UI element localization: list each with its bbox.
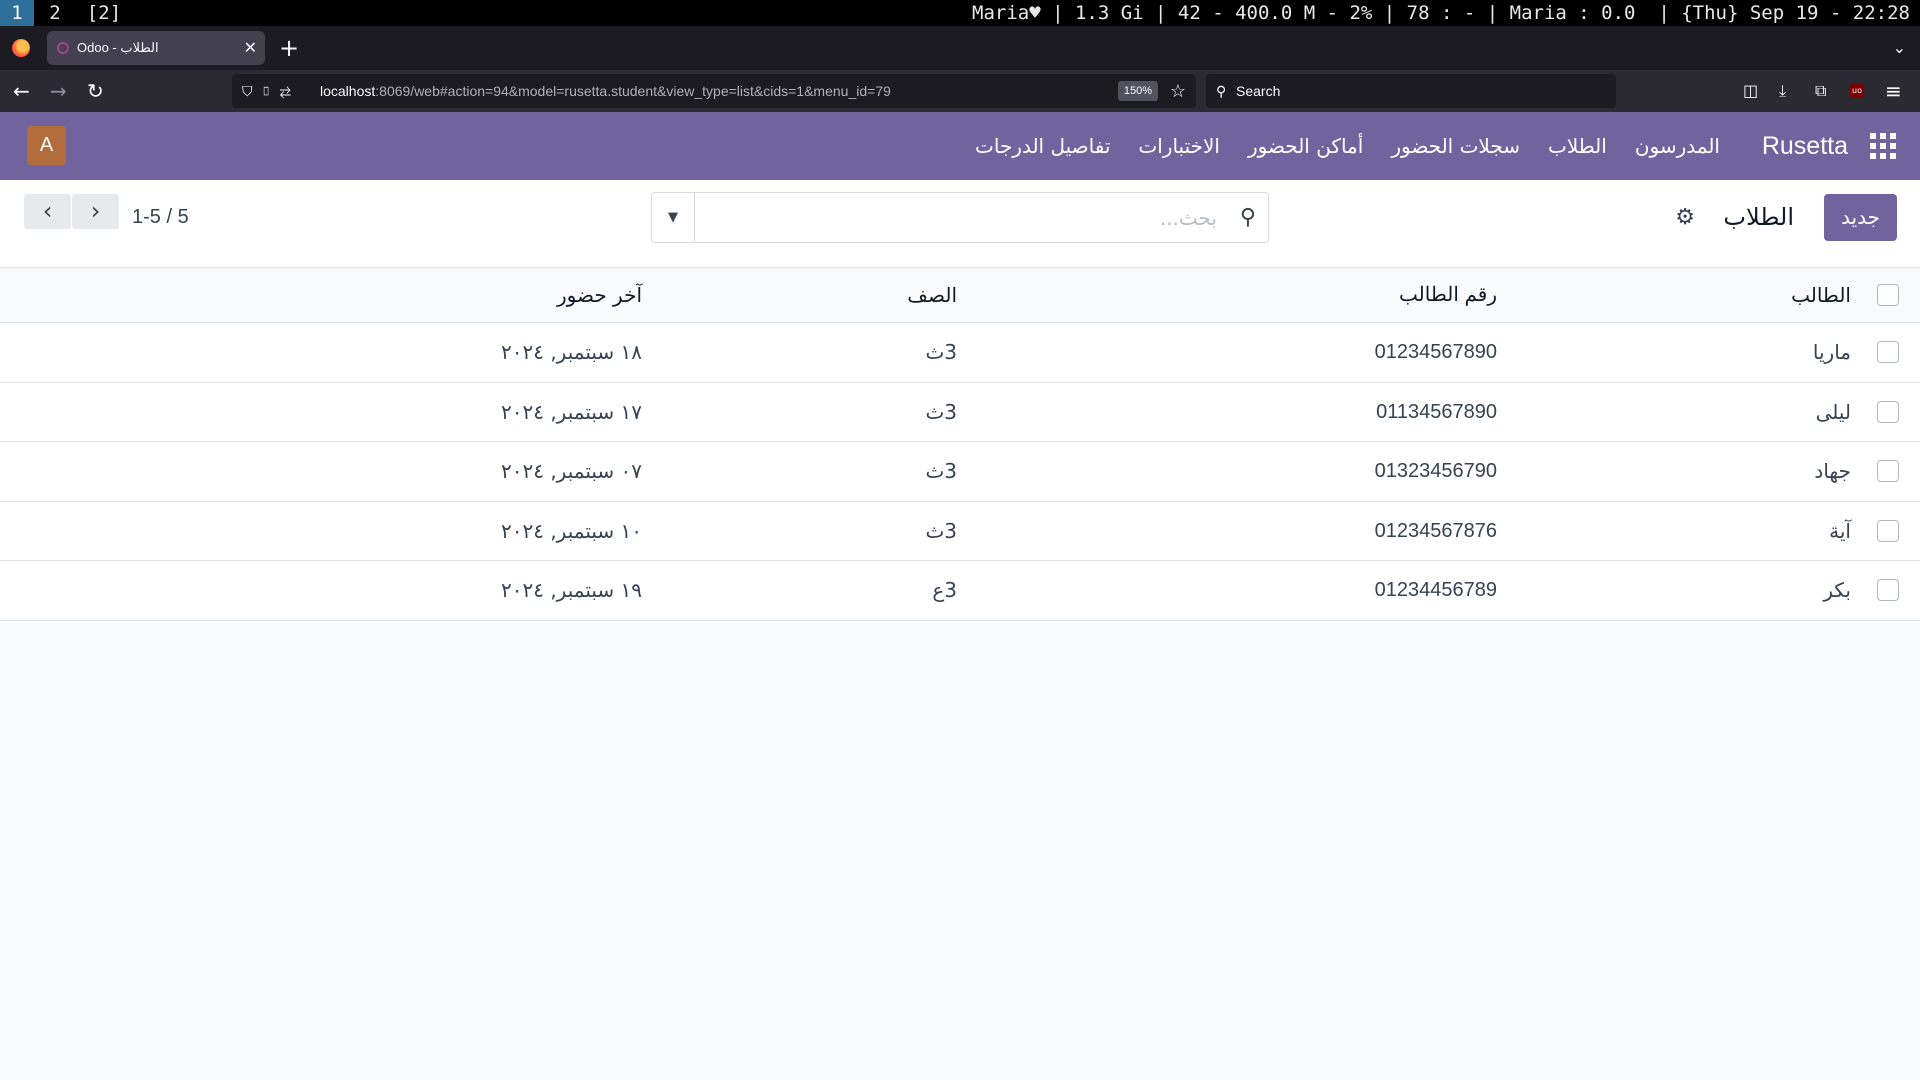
url-bar[interactable]: ⛉▯⇄ localhost:8069/web#action=94&model=r… — [232, 74, 1196, 108]
tab-title: Odoo - الطلاب — [77, 40, 159, 55]
reload-icon[interactable]: ↻ — [87, 70, 104, 112]
menu-item-students[interactable]: الطلاب — [1548, 112, 1607, 180]
site-info-icons[interactable]: ⛉▯⇄ — [242, 74, 299, 108]
table-row[interactable]: ماريا 01234567890 3ث ١٨ سبتمبر, ٢٠٢٤ — [0, 323, 1920, 383]
gear-icon[interactable]: ⚙ — [1675, 194, 1695, 241]
app-brand[interactable]: Rusetta — [1762, 112, 1848, 180]
cell-name: آية — [1829, 518, 1851, 543]
ublock-icon[interactable]: uo — [1850, 84, 1864, 98]
row-checkbox[interactable] — [1877, 519, 1899, 542]
menu-item-grade-details[interactable]: تفاصيل الدرجات — [975, 112, 1110, 180]
firefox-icon — [12, 39, 30, 57]
table-row[interactable]: ليلى 01134567890 3ث ١٧ سبتمبر, ٢٠٢٤ — [0, 382, 1920, 442]
browser-tab-bar: Odoo - الطلاب ✕ + ⌄ — [0, 26, 1920, 70]
system-status-text: Maria♥ | 1.3 Gi | 42 - 400.0 M - 2% | 78… — [972, 2, 1910, 24]
pager-previous-button[interactable]: ‹ — [24, 194, 71, 229]
table-row[interactable]: جهاد 01323456790 3ث ٠٧ سبتمبر, ٢٠٢٤ — [0, 442, 1920, 502]
students-list: الطالب رقم الطالب الصف آخر حضور ماريا 01… — [0, 268, 1920, 621]
browser-tab-active[interactable]: Odoo - الطلاب ✕ — [47, 31, 265, 65]
table-header-row: الطالب رقم الطالب الصف آخر حضور — [0, 268, 1920, 323]
browser-search-field[interactable]: ⚲ Search — [1206, 74, 1616, 108]
cell-last-attendance: ١٩ سبتمبر, ٢٠٢٤ — [501, 578, 642, 602]
browser-search-placeholder: Search — [1236, 83, 1281, 99]
pocket-icon[interactable]: ◫ — [1743, 70, 1758, 112]
workspace-layout-indicator: [2] — [86, 2, 122, 24]
menu-item-teachers[interactable]: المدرسون — [1635, 112, 1720, 180]
close-tab-icon[interactable]: ✕ — [244, 31, 257, 65]
new-record-button[interactable]: جديد — [1824, 194, 1897, 241]
extensions-icon[interactable]: ⧉ — [1815, 70, 1826, 112]
workspace-1[interactable]: 1 — [0, 0, 34, 26]
workspace-2[interactable]: 2 — [40, 0, 70, 26]
table-row[interactable]: آية 01234567876 3ث ١٠ سبتمبر, ٢٠٢٤ — [0, 501, 1920, 561]
menu-item-attendance-records[interactable]: سجلات الحضور — [1391, 112, 1520, 180]
tab-list-chevron-icon[interactable]: ⌄ — [1893, 26, 1906, 70]
cell-last-attendance: ١٨ سبتمبر, ٢٠٢٤ — [501, 340, 642, 364]
row-checkbox[interactable] — [1877, 400, 1899, 423]
column-header-class[interactable]: الصف — [907, 268, 957, 323]
search-icon[interactable]: ⚲ — [1240, 193, 1256, 242]
main-menu: المدرسون الطلاب سجلات الحضور أماكن الحضو… — [975, 112, 1720, 180]
table-row[interactable]: بكر 01234456789 3ع ١٩ سبتمبر, ٢٠٢٤ — [0, 561, 1920, 621]
bookmark-star-icon[interactable]: ☆ — [1170, 74, 1186, 108]
cell-class: 3ث — [925, 399, 957, 424]
back-arrow-icon[interactable]: ← — [13, 70, 30, 112]
column-header-number[interactable]: رقم الطالب — [1399, 268, 1497, 323]
url-text[interactable]: localhost:8069/web#action=94&model=ruset… — [320, 74, 891, 108]
cell-last-attendance: ١٠ سبتمبر, ٢٠٢٤ — [501, 518, 642, 543]
cell-last-attendance: ١٧ سبتمبر, ٢٠٢٤ — [501, 399, 642, 424]
row-checkbox[interactable] — [1877, 460, 1899, 483]
pager-next-button[interactable]: › — [72, 194, 119, 229]
cell-number: 01234567876 — [1374, 519, 1497, 542]
menu-item-attendance-places[interactable]: أماكن الحضور — [1248, 112, 1363, 180]
cell-class: 3ث — [925, 459, 957, 483]
row-checkbox[interactable] — [1877, 341, 1899, 364]
cell-last-attendance: ٠٧ سبتمبر, ٢٠٢٤ — [501, 459, 642, 483]
column-header-last-attendance[interactable]: آخر حضور — [557, 268, 642, 323]
search-input[interactable] — [702, 193, 1217, 242]
menu-item-exams[interactable]: الاختبارات — [1138, 112, 1220, 180]
page-title: الطلاب — [1723, 203, 1794, 231]
cell-number: 01134567890 — [1376, 400, 1497, 423]
cell-number: 01234567890 — [1374, 341, 1497, 363]
browser-navigation-bar: ← → ↻ ⛉▯⇄ localhost:8069/web#action=94&m… — [0, 70, 1920, 112]
select-all-checkbox[interactable] — [1877, 284, 1899, 306]
odoo-main-navbar: Rusetta المدرسون الطلاب سجلات الحضور أما… — [0, 112, 1920, 180]
pager-value[interactable]: 1-5 / 5 — [132, 194, 189, 241]
url-host: localhost — [320, 83, 376, 99]
downloads-icon[interactable]: ⤓ — [1779, 70, 1786, 112]
url-path: :8069/web#action=94&model=rusetta.studen… — [375, 83, 891, 99]
cell-number: 01323456790 — [1374, 460, 1497, 482]
hamburger-menu-icon[interactable]: ≡ — [1885, 70, 1902, 112]
cell-name: ليلى — [1815, 399, 1851, 424]
row-checkbox[interactable] — [1877, 579, 1899, 602]
search-icon: ⚲ — [1216, 83, 1227, 99]
zoom-level-badge[interactable]: 150% — [1117, 81, 1158, 101]
new-tab-button[interactable]: + — [279, 26, 299, 70]
column-header-name[interactable]: الطالب — [1791, 268, 1851, 323]
cell-name: ماريا — [1812, 340, 1851, 364]
odoo-favicon-icon — [57, 42, 69, 54]
search-box: ▼ ⚲ — [651, 192, 1269, 243]
control-panel: جديد الطلاب ⚙ ▼ ⚲ 1-5 / 5 ‹ › — [0, 180, 1920, 268]
cell-class: 3ع — [932, 578, 957, 602]
cell-class: 3ث — [925, 518, 957, 543]
cell-number: 01234456789 — [1374, 579, 1497, 601]
apps-grid-icon[interactable] — [1870, 133, 1896, 159]
search-options-toggle-icon[interactable]: ▼ — [652, 193, 695, 242]
forward-arrow-icon[interactable]: → — [50, 70, 67, 112]
user-avatar[interactable]: A — [27, 126, 66, 165]
cell-class: 3ث — [925, 340, 957, 364]
system-status-bar: 1 2 [2] Maria♥ | 1.3 Gi | 42 - 400.0 M -… — [0, 0, 1920, 26]
cell-name: جهاد — [1814, 459, 1851, 483]
cell-name: بكر — [1823, 578, 1851, 602]
